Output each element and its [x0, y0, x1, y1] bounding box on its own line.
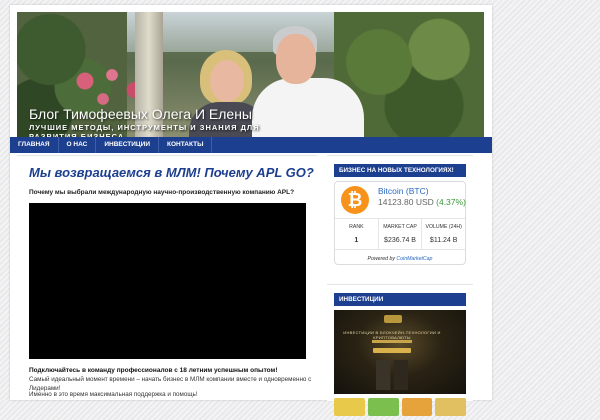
nav-item-investments[interactable]: Инвестиции — [96, 137, 160, 153]
page: Блог Тимофеевых Олега И Елены Лучшие мет… — [0, 0, 600, 416]
banner-logo — [384, 315, 402, 323]
card — [367, 398, 399, 416]
coin-change: (4.37%) — [436, 197, 466, 207]
site-tagline: Лучшие методы, инструменты и знания для … — [29, 123, 260, 137]
powered-by: Powered by CoinMarketCap — [367, 256, 433, 262]
coin-name[interactable]: Bitcoin (BTC) — [378, 186, 429, 196]
coinmarketcap-link[interactable]: CoinMarketCap — [396, 256, 432, 262]
bitcoin-icon: ₿ — [341, 186, 369, 214]
coin-price: 14123.80 USD (4.37%) — [378, 197, 466, 207]
header-banner: Блог Тимофеевых Олега И Елены Лучшие мет… — [17, 12, 484, 137]
post-paragraph-bold: Подключайтесь в команду профессионалов с… — [29, 367, 278, 374]
nav-item-home[interactable]: Главная — [10, 137, 59, 153]
banner-button — [373, 348, 411, 353]
coin-rank: RANK 1 — [335, 219, 379, 249]
investment-banner[interactable]: ИНВЕСТИЦИИ В БЛОКЧЕЙН-ТЕХНОЛОГИИ И КРИПТ… — [334, 310, 466, 394]
coin-stats: RANK 1 MARKET CAP $236.74 B VOLUME (24H)… — [335, 218, 465, 250]
banner-text: ИНВЕСТИЦИИ В БЛОКЧЕЙН-ТЕХНОЛОГИИ И КРИПТ… — [343, 330, 441, 340]
coin-market-cap: MARKET CAP $236.74 B — [379, 219, 423, 249]
main-nav: Главная О нас Инвестиции Контакты — [10, 137, 492, 153]
post-paragraph: Именно в это время максимальная поддержк… — [29, 391, 198, 398]
coin-volume: VOLUME (24H) $11.24 B — [425, 224, 462, 244]
post-content: Мы возвращаемся в МЛМ! Почему APL GO? По… — [17, 155, 317, 398]
widget-title: Бизнес на новых технологиях! — [334, 164, 466, 177]
investments-widget: Инвестиции ИНВЕСТИЦИИ В БЛОКЧЕЙН-ТЕХНОЛО… — [327, 284, 473, 416]
widget-title: Инвестиции — [334, 293, 466, 306]
investment-cards — [334, 398, 466, 420]
card — [435, 398, 466, 416]
post-subheading: Почему мы выбрали международную научно-п… — [29, 189, 295, 196]
nav-item-about[interactable]: О нас — [59, 137, 97, 153]
card — [401, 398, 433, 416]
site-title[interactable]: Блог Тимофеевых Олега И Елены — [29, 106, 252, 122]
post-title[interactable]: Мы возвращаемся в МЛМ! Почему APL GO? — [29, 165, 314, 180]
card — [334, 398, 365, 416]
coin-ticker-card[interactable]: ₿ Bitcoin (BTC) 14123.80 USD (4.37%) RAN… — [334, 181, 466, 265]
nav-item-contacts[interactable]: Контакты — [159, 137, 213, 153]
video-player[interactable] — [29, 203, 306, 359]
crypto-widget: Бизнес на новых технологиях! ₿ Bitcoin (… — [327, 155, 473, 276]
